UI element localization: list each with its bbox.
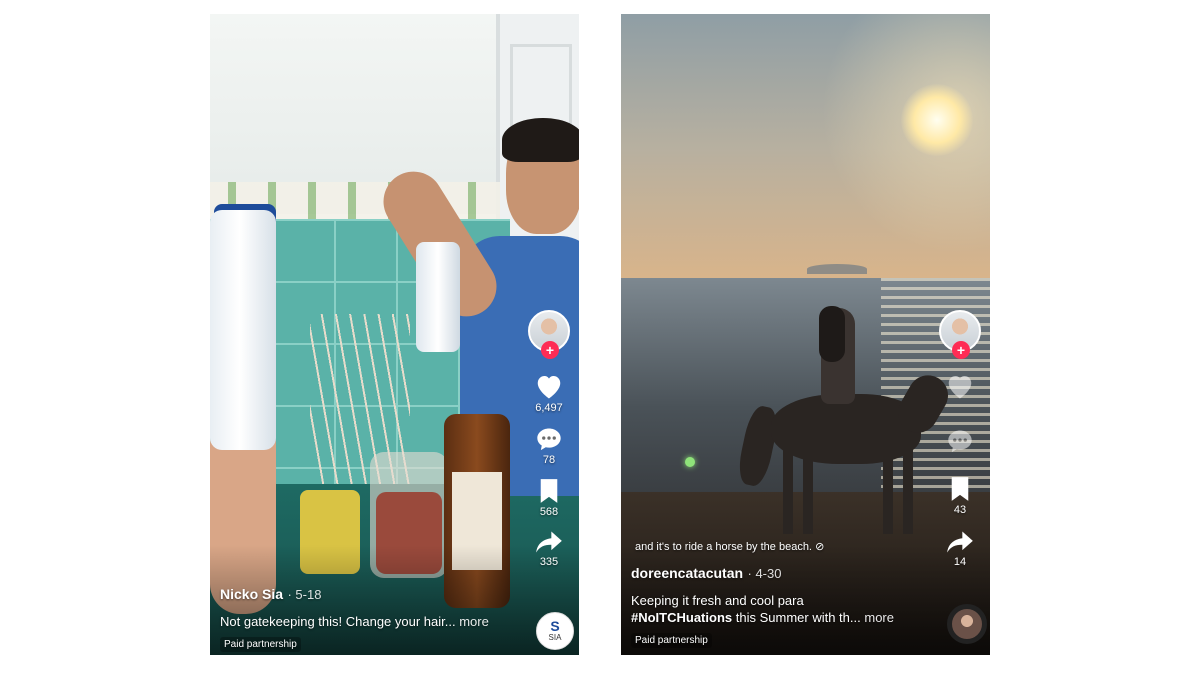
sound-logo-icon: S: [550, 618, 560, 634]
comment-button[interactable]: [938, 428, 982, 454]
username[interactable]: doreencatacutan: [631, 565, 743, 581]
comment-count: 78: [542, 454, 556, 466]
caption-text: Not gatekeeping this! Change your hair..…: [220, 614, 489, 629]
caption-line-1: Keeping it fresh and cool para: [631, 593, 804, 608]
rider-hair: [819, 306, 845, 362]
like-button[interactable]: [938, 372, 982, 400]
follow-plus-icon[interactable]: +: [541, 341, 559, 359]
shampoo-bottle-large: [210, 210, 276, 450]
horse-leg: [783, 444, 793, 534]
horse-leg: [903, 444, 913, 534]
green-light-dot: [685, 457, 695, 467]
video-post-1[interactable]: + 6,497 78 568 335 Nicko Sia · 5-18 Not …: [210, 14, 579, 655]
video-post-2[interactable]: + 43 14 and it's to ride a horse by the …: [621, 14, 990, 655]
more-link[interactable]: more: [864, 610, 894, 625]
heart-icon[interactable]: [534, 372, 564, 400]
man-hair: [502, 118, 579, 162]
horse-leg: [803, 444, 813, 534]
author-line: doreencatacutan · 4-30: [631, 565, 894, 583]
share-icon[interactable]: [535, 530, 563, 554]
action-rail: + 6,497 78 568 335: [527, 310, 571, 568]
sun: [901, 84, 973, 156]
paid-partnership-badge: Paid partnership: [631, 633, 712, 648]
post-date: · 4-30: [747, 566, 782, 581]
username[interactable]: Nicko Sia: [220, 586, 283, 602]
more-link[interactable]: more: [459, 614, 489, 629]
author-line: Nicko Sia · 5-18: [220, 586, 489, 604]
share-icon[interactable]: [946, 530, 974, 554]
comment-icon[interactable]: [535, 426, 563, 452]
share-count: 335: [539, 556, 559, 568]
comment-button[interactable]: 78: [527, 426, 571, 466]
subtitle-info-icon: ⊘: [815, 541, 825, 553]
save-count: 43: [953, 504, 967, 516]
avatar[interactable]: +: [528, 310, 570, 359]
heart-icon[interactable]: [945, 372, 975, 400]
action-rail: + 43 14: [938, 310, 982, 568]
bookmark-icon[interactable]: [538, 478, 560, 504]
like-count: 6,497: [535, 402, 563, 414]
comment-icon[interactable]: [946, 428, 974, 454]
hashtag-link[interactable]: #NoITCHuations: [631, 610, 732, 625]
caption-block: Nicko Sia · 5-18 Not gatekeeping this! C…: [220, 586, 489, 652]
share-button[interactable]: 14: [938, 530, 982, 568]
subtitle-text: and it's to ride a horse by the beach.: [635, 541, 812, 553]
like-button[interactable]: 6,497: [527, 372, 571, 414]
paid-partnership-badge: Paid partnership: [220, 637, 301, 652]
sound-disc[interactable]: S SIA: [536, 612, 574, 650]
shampoo-bottle-small: [416, 242, 460, 352]
caption-continued: this Summer with th...: [735, 610, 861, 625]
avatar[interactable]: +: [939, 310, 981, 359]
share-count: 14: [953, 556, 967, 568]
sound-disc[interactable]: [947, 604, 987, 644]
post-date: · 5-18: [287, 587, 322, 602]
caption: Not gatekeeping this! Change your hair..…: [220, 614, 456, 629]
creator-avatar-button[interactable]: +: [527, 310, 571, 359]
horse-leg: [883, 444, 893, 534]
caption-block: doreencatacutan · 4-30 Keeping it fresh …: [631, 565, 894, 648]
follow-plus-icon[interactable]: +: [952, 341, 970, 359]
bookmark-icon[interactable]: [949, 476, 971, 502]
save-button[interactable]: 568: [527, 478, 571, 518]
save-button[interactable]: 43: [938, 476, 982, 516]
sound-label: SIA: [548, 633, 562, 642]
caption-line-2: #NoITCHuations this Summer with th... mo…: [631, 610, 894, 625]
video-subtitle: and it's to ride a horse by the beach. ⊘: [635, 540, 824, 553]
distant-island: [807, 264, 867, 274]
share-button[interactable]: 335: [527, 530, 571, 568]
save-count: 568: [539, 506, 559, 518]
creator-avatar-button[interactable]: +: [938, 310, 982, 359]
